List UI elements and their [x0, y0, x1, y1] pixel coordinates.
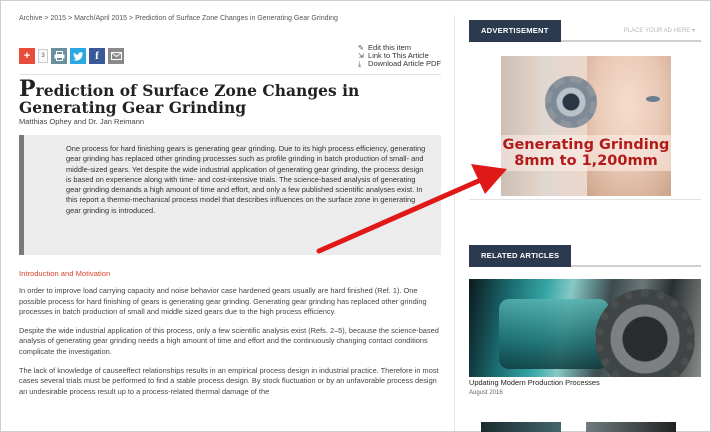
advertisement-header: ADVERTISEMENT PLACE YOUR AD HERE ▾ [469, 20, 701, 42]
place-ad-link[interactable]: PLACE YOUR AD HERE ▾ [624, 27, 695, 34]
ad-eye [646, 96, 660, 102]
share-buttons: + 3 f [19, 48, 124, 64]
article-title: Prediction of Surface Zone Changes in Ge… [19, 76, 360, 117]
section-heading: Introduction and Motivation [19, 269, 111, 278]
download-pdf-link[interactable]: ⤓ Download Article PDF [358, 60, 441, 68]
ad-background [501, 56, 541, 196]
breadcrumb-current: Prediction of Surface Zone Changes in Ge… [135, 15, 338, 22]
page: Archive >2015 > March/April 2015 > Prediction… [0, 0, 711, 432]
machine-part [499, 299, 609, 369]
article-tools: ✎ Edit this item ⇲ Link to This Article ⤓ D… [358, 44, 441, 68]
share-count: 3 [38, 49, 48, 63]
add-share-button[interactable]: + [19, 48, 35, 64]
advertisement-tab: ADVERTISEMENT [469, 20, 561, 42]
related-article-title[interactable]: Updating Modern Production Processes [469, 378, 600, 387]
mail-icon [110, 52, 122, 60]
divider [19, 74, 441, 75]
advertisement-banner[interactable]: Generating Grinding 8mm to 1,200mm [501, 56, 671, 196]
related-article-date: August 2016 [469, 390, 503, 396]
body-paragraph: The lack of knowledge of causeeffect rel… [19, 365, 439, 396]
breadcrumb: Archive >2015 > March/April 2015 > Prediction… [19, 15, 338, 22]
email-share-button[interactable] [108, 48, 124, 64]
article-abstract: One process for hard finishing gears is … [19, 135, 441, 255]
twitter-icon [72, 51, 83, 61]
related-articles-header: RELATED ARTICLES [469, 245, 701, 267]
body-paragraph: Despite the wide industrial application … [19, 325, 439, 356]
body-paragraph: In order to improve load carrying capaci… [19, 286, 427, 317]
breadcrumb-archive[interactable]: Archive [19, 15, 42, 22]
breadcrumb-issue[interactable]: March/April 2015 [74, 15, 127, 22]
gear-icon [545, 76, 597, 128]
breadcrumb-year[interactable]: 2015 [50, 15, 66, 22]
print-button[interactable] [51, 48, 67, 64]
ad-face-image [587, 56, 671, 196]
facebook-share-button[interactable]: f [89, 48, 105, 64]
ad-divider [469, 199, 701, 200]
gear-icon [595, 289, 695, 377]
edit-icon: ✎ [358, 44, 364, 52]
related-article-thumbnail[interactable] [481, 422, 561, 432]
article-authors: Matthias Ophey and Dr. Jan Reimann [19, 117, 145, 126]
twitter-share-button[interactable] [70, 48, 86, 64]
facebook-icon: f [95, 50, 99, 62]
ad-headline: Generating Grinding 8mm to 1,200mm [501, 135, 671, 171]
download-icon: ⤓ [358, 60, 362, 68]
related-article-image[interactable] [469, 279, 701, 377]
article-toolbar: + 3 f ✎ Edit this item ⇲ Link to This Arti… [19, 44, 441, 74]
print-icon [54, 51, 64, 61]
related-article-thumbnail[interactable] [586, 422, 676, 432]
link-icon: ⇲ [358, 52, 364, 60]
related-articles-tab: RELATED ARTICLES [469, 245, 572, 267]
main-column: Archive >2015 > March/April 2015 > Prediction… [19, 15, 441, 397]
column-divider [454, 15, 455, 431]
